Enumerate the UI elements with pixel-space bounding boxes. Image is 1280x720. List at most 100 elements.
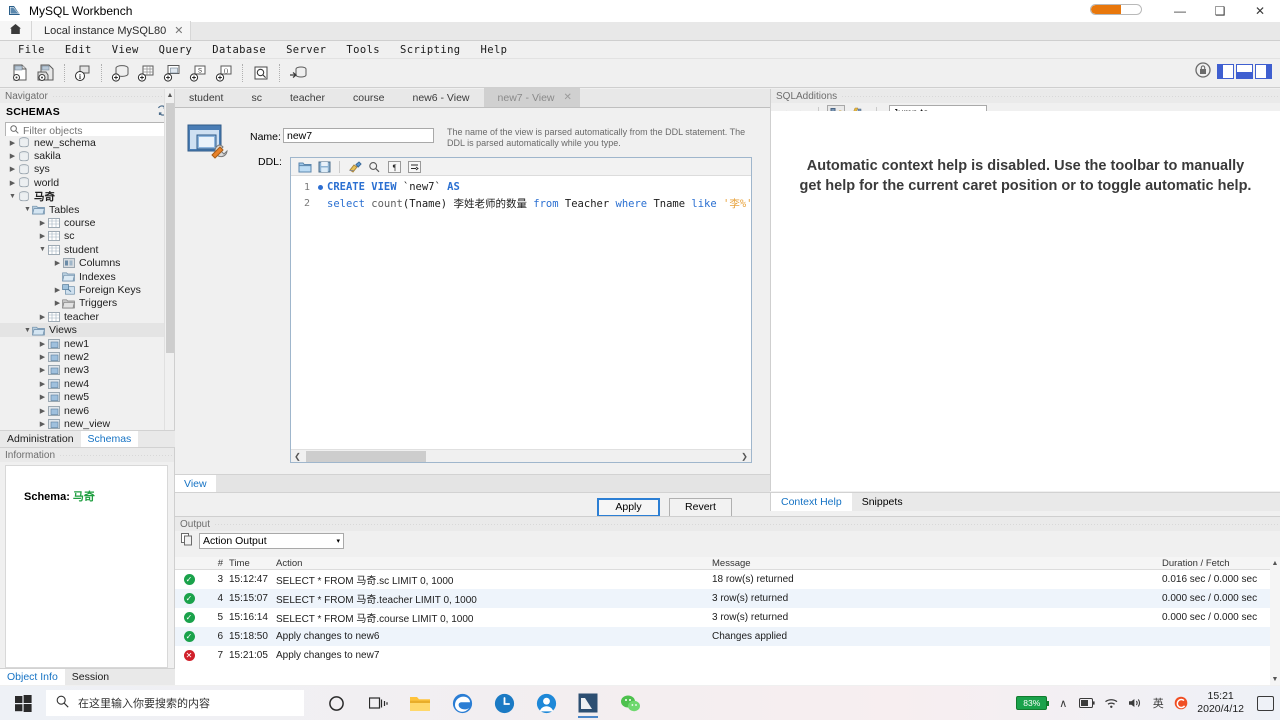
schema-tree[interactable]: ▶ new_schema ▶ sakila ▶ sys ▶ world ▼ 马奇 ▼ Tables ▶ c…	[0, 136, 174, 430]
secondary-sidebar-toggle-button[interactable]	[1255, 64, 1272, 79]
menu-item-server[interactable]: Server	[276, 44, 336, 56]
chevron-right-icon[interactable]: ▶	[53, 259, 62, 267]
tree-item-new2[interactable]: ▶ new2	[0, 350, 174, 363]
chevron-up-icon[interactable]: ∧	[1056, 697, 1070, 710]
tree-item-foreign-keys[interactable]: ▶ Foreign Keys	[0, 283, 174, 296]
menu-item-tools[interactable]: Tools	[336, 44, 390, 56]
tree-scrollbar[interactable]: ▲ ▼	[164, 89, 174, 447]
tab-administration[interactable]: Administration	[0, 431, 81, 447]
mysql-workbench-icon[interactable]	[570, 687, 606, 719]
output-filter-dropdown[interactable]: Action Output ▾	[199, 533, 344, 549]
menu-item-file[interactable]: File	[8, 44, 55, 56]
tree-item-teacher[interactable]: ▶ teacher	[0, 310, 174, 323]
editor-tab-course[interactable]: course	[339, 88, 399, 107]
ddl-horizontal-scrollbar[interactable]: ❮ ❯	[291, 449, 751, 462]
wrap-lines-icon[interactable]	[406, 159, 423, 174]
wifi-icon[interactable]	[1104, 697, 1119, 709]
clock-app-icon[interactable]	[486, 687, 522, 719]
close-icon[interactable]: ✕	[174, 24, 183, 37]
tab-schemas[interactable]: Schemas	[80, 431, 139, 447]
tab-snippets[interactable]: Snippets	[852, 493, 913, 511]
chevron-right-icon[interactable]: ▶	[53, 286, 62, 294]
ddl-editor[interactable]: ¶ 1 CREATE VIEW `new7` AS 2 select count(Tn…	[290, 157, 752, 463]
close-button[interactable]: ✕	[1240, 0, 1280, 22]
menu-item-database[interactable]: Database	[202, 44, 276, 56]
new-view-icon[interactable]	[160, 61, 184, 85]
tree-scroll-thumb[interactable]	[166, 103, 174, 353]
mail-icon[interactable]	[528, 687, 564, 719]
scroll-down-icon[interactable]: ▼	[1270, 673, 1280, 685]
open-sql-script-icon[interactable]	[34, 61, 58, 85]
sogou-icon[interactable]	[1174, 696, 1188, 710]
tree-item--[interactable]: ▼ 马奇	[0, 190, 174, 203]
new-sql-tab-icon[interactable]	[8, 61, 32, 85]
copy-icon[interactable]	[181, 533, 193, 549]
search-data-icon[interactable]	[249, 61, 273, 85]
tree-item-sakila[interactable]: ▶ sakila	[0, 149, 174, 162]
edge-icon[interactable]	[444, 687, 480, 719]
apply-button[interactable]: Apply	[597, 497, 660, 517]
maximize-button[interactable]: ❑	[1200, 0, 1240, 22]
menu-item-help[interactable]: Help	[471, 44, 518, 56]
chevron-right-icon[interactable]: ▶	[38, 353, 47, 361]
volume-icon[interactable]	[1128, 697, 1142, 709]
battery-icon[interactable]	[1079, 698, 1095, 708]
battery-percent-badge[interactable]: 83%	[1016, 696, 1050, 710]
tree-item-new5[interactable]: ▶ new5	[0, 390, 174, 403]
hscroll-track[interactable]	[304, 450, 738, 463]
output-panel-toggle-button[interactable]	[1236, 64, 1253, 79]
cortana-icon[interactable]	[318, 687, 354, 719]
revert-button[interactable]: Revert	[669, 497, 732, 517]
tree-item-new_view[interactable]: ▶ new_view	[0, 417, 174, 430]
wechat-icon[interactable]	[612, 687, 648, 719]
tab-view[interactable]: View	[175, 475, 216, 492]
tree-item-views[interactable]: ▼ Views	[0, 323, 174, 337]
tree-item-new_schema[interactable]: ▶ new_schema	[0, 136, 174, 149]
find-icon[interactable]	[366, 159, 383, 174]
output-row[interactable]: ✓ 4 15:15:07 SELECT * FROM 马奇.teacher LIMIT…	[175, 589, 1280, 608]
connection-tab-local-instance[interactable]: Local instance MySQL80 ✕	[32, 21, 191, 40]
lock-icon[interactable]	[1195, 62, 1211, 81]
output-row[interactable]: ✓ 6 15:18:50 Apply changes to new6 Changes a…	[175, 627, 1280, 646]
tree-item-columns[interactable]: ▶ Columns	[0, 257, 174, 270]
tree-item-tables[interactable]: ▼ Tables	[0, 203, 174, 216]
sidebar-toggle-button[interactable]	[1217, 64, 1234, 79]
chevron-down-icon[interactable]: ▼	[23, 206, 32, 213]
tree-item-course[interactable]: ▶ course	[0, 216, 174, 229]
tab-object-info[interactable]: Object Info	[0, 669, 65, 685]
chevron-right-icon[interactable]: ▶	[53, 299, 62, 307]
filter-objects-input[interactable]	[23, 124, 164, 137]
sql-code-area[interactable]: 1 CREATE VIEW `new7` AS 2 select count(Tnam…	[291, 176, 751, 449]
editor-tab-student[interactable]: student	[175, 88, 237, 107]
tree-item-new4[interactable]: ▶ new4	[0, 377, 174, 390]
chevron-down-icon[interactable]: ▼	[23, 327, 32, 334]
scroll-up-icon[interactable]: ▲	[1270, 557, 1280, 569]
scroll-right-icon[interactable]: ❯	[738, 452, 751, 461]
pilcrow-icon[interactable]: ¶	[386, 159, 403, 174]
chevron-right-icon[interactable]: ▶	[8, 179, 17, 187]
editor-tab-sc[interactable]: sc	[237, 88, 276, 107]
scroll-left-icon[interactable]: ❮	[291, 452, 304, 461]
tree-item-new1[interactable]: ▶ new1	[0, 337, 174, 350]
menu-item-edit[interactable]: Edit	[55, 44, 102, 56]
chevron-down-icon[interactable]: ▼	[38, 246, 47, 253]
chevron-right-icon[interactable]: ▶	[8, 139, 17, 147]
action-center-icon[interactable]	[1257, 695, 1274, 711]
chevron-right-icon[interactable]: ▶	[8, 165, 17, 173]
new-schema-icon[interactable]	[108, 61, 132, 85]
hscroll-thumb[interactable]	[306, 450, 426, 462]
editor-tab-teacher[interactable]: teacher	[276, 88, 339, 107]
chevron-right-icon[interactable]: ▶	[38, 219, 47, 227]
view-name-input[interactable]	[283, 128, 434, 143]
new-procedure-icon[interactable]: S	[186, 61, 210, 85]
ime-icon[interactable]: 英	[1151, 695, 1165, 711]
menu-item-scripting[interactable]: Scripting	[390, 44, 471, 56]
file-explorer-icon[interactable]	[402, 687, 438, 719]
tree-item-indexes[interactable]: Indexes	[0, 270, 174, 283]
beautify-icon[interactable]	[346, 159, 363, 174]
chevron-right-icon[interactable]: ▶	[38, 407, 47, 415]
editor-tab-new6-view[interactable]: new6 - View	[399, 88, 484, 107]
tree-item-student[interactable]: ▼ student	[0, 243, 174, 256]
editor-tab-new7-view[interactable]: new7 - View ✕	[483, 88, 580, 107]
scroll-up-icon[interactable]: ▲	[165, 89, 175, 102]
